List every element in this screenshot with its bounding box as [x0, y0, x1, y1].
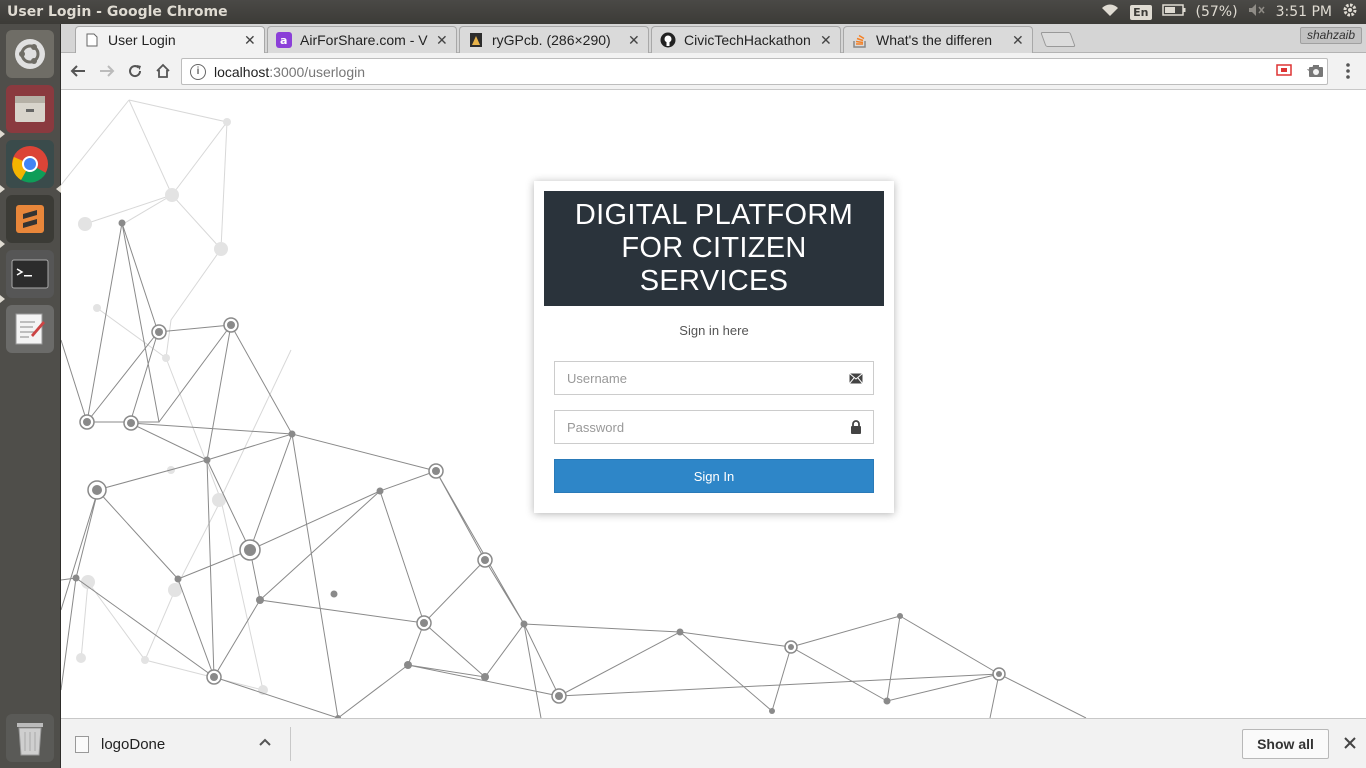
sign-in-subtitle: Sign in here [679, 323, 749, 338]
back-button[interactable] [67, 60, 89, 82]
chrome-icon[interactable] [6, 140, 54, 188]
reload-button[interactable] [124, 60, 146, 82]
tab-label: CivicTechHackathon [684, 32, 811, 48]
username-input[interactable] [555, 362, 839, 394]
chrome-menu-icon[interactable] [1337, 60, 1359, 82]
tab-image[interactable]: ryGPcb. (286×290) ✕ [459, 26, 649, 53]
wifi-icon[interactable] [1100, 3, 1120, 21]
mute-icon[interactable] [1248, 3, 1266, 21]
text-editor-icon[interactable] [6, 305, 54, 353]
tab-close-icon[interactable]: ✕ [628, 32, 640, 49]
system-top-panel: User Login - Google Chrome En (57%) 3:51… [0, 0, 1366, 24]
tab-label: What's the differen [876, 32, 993, 48]
screenshot-camera-icon[interactable] [1305, 60, 1327, 82]
extension-red-icon[interactable] [1273, 60, 1295, 82]
files-icon[interactable] [6, 85, 54, 133]
password-input[interactable] [555, 411, 839, 443]
github-favicon-icon [660, 32, 676, 48]
download-shelf: logoDone Show all [61, 718, 1366, 768]
site-info-icon[interactable]: i [190, 63, 206, 80]
download-item[interactable]: logoDone [75, 727, 165, 761]
download-file-name: logoDone [101, 735, 166, 753]
ubuntu-launcher [0, 24, 61, 768]
tab-stackoverflow[interactable]: What's the differen ✕ [843, 26, 1033, 53]
tab-user-login[interactable]: User Login ✕ [75, 26, 265, 53]
url-host: localhost [214, 63, 270, 80]
trash-icon[interactable] [6, 714, 54, 762]
keyboard-layout-indicator[interactable]: En [1130, 4, 1152, 20]
tab-close-icon[interactable]: ✕ [820, 32, 832, 49]
tab-label: AirForShare.com - V [300, 32, 428, 48]
home-button[interactable] [152, 60, 174, 82]
url-path: :3000/userlogin [269, 63, 366, 80]
system-indicators: En (57%) 3:51 PM [1100, 0, 1366, 24]
shelf-divider [290, 727, 291, 761]
browser-toolbar: i localhost:3000/userlogin ☆ [61, 53, 1366, 90]
profile-button[interactable]: shahzaib [1299, 27, 1362, 44]
terminal-icon[interactable] [6, 250, 54, 298]
battery-percentage: (57%) [1195, 4, 1238, 20]
page-content: DIGITAL PLATFORM FOR CITIZEN SERVICES Si… [61, 90, 1366, 718]
tab-label: User Login [108, 32, 176, 48]
lock-icon [839, 410, 873, 444]
tab-airforshare[interactable]: a AirForShare.com - V ✕ [267, 26, 457, 53]
login-card: DIGITAL PLATFORM FOR CITIZEN SERVICES Si… [534, 181, 894, 513]
username-field[interactable] [554, 361, 874, 395]
forward-button[interactable] [96, 60, 118, 82]
battery-icon[interactable] [1161, 4, 1186, 20]
stackoverflow-favicon-icon [852, 32, 868, 48]
envelope-icon [839, 361, 873, 395]
platform-title: DIGITAL PLATFORM FOR CITIZEN SERVICES [544, 191, 884, 306]
page-favicon-icon [84, 32, 100, 48]
new-tab-button[interactable] [1040, 32, 1076, 47]
tab-close-icon[interactable]: ✕ [436, 32, 448, 49]
show-all-downloads-button[interactable]: Show all [1242, 729, 1329, 759]
airforshare-favicon-icon: a [276, 32, 292, 48]
image-favicon-icon [468, 32, 484, 48]
svg-text:a: a [280, 34, 287, 47]
file-icon [75, 735, 89, 753]
settings-gear-icon[interactable] [1342, 2, 1358, 22]
password-field[interactable] [554, 410, 874, 444]
ubuntu-dash-icon[interactable] [6, 30, 54, 78]
browser-tab-strip: User Login ✕ a AirForShare.com - V ✕ ryG… [61, 24, 1366, 53]
address-bar[interactable]: i localhost:3000/userlogin ☆ [181, 58, 1328, 85]
sign-in-button[interactable]: Sign In [554, 459, 874, 493]
tab-label: ryGPcb. (286×290) [492, 32, 611, 48]
chevron-up-icon[interactable] [259, 735, 271, 749]
tab-close-icon[interactable]: ✕ [1012, 32, 1024, 49]
window-title: User Login - Google Chrome [7, 4, 228, 20]
tab-close-icon[interactable]: ✕ [244, 32, 256, 49]
tab-github[interactable]: CivicTechHackathon ✕ [651, 26, 841, 53]
sublime-text-icon[interactable] [6, 195, 54, 243]
clock[interactable]: 3:51 PM [1276, 4, 1332, 20]
close-icon[interactable] [1344, 734, 1356, 753]
